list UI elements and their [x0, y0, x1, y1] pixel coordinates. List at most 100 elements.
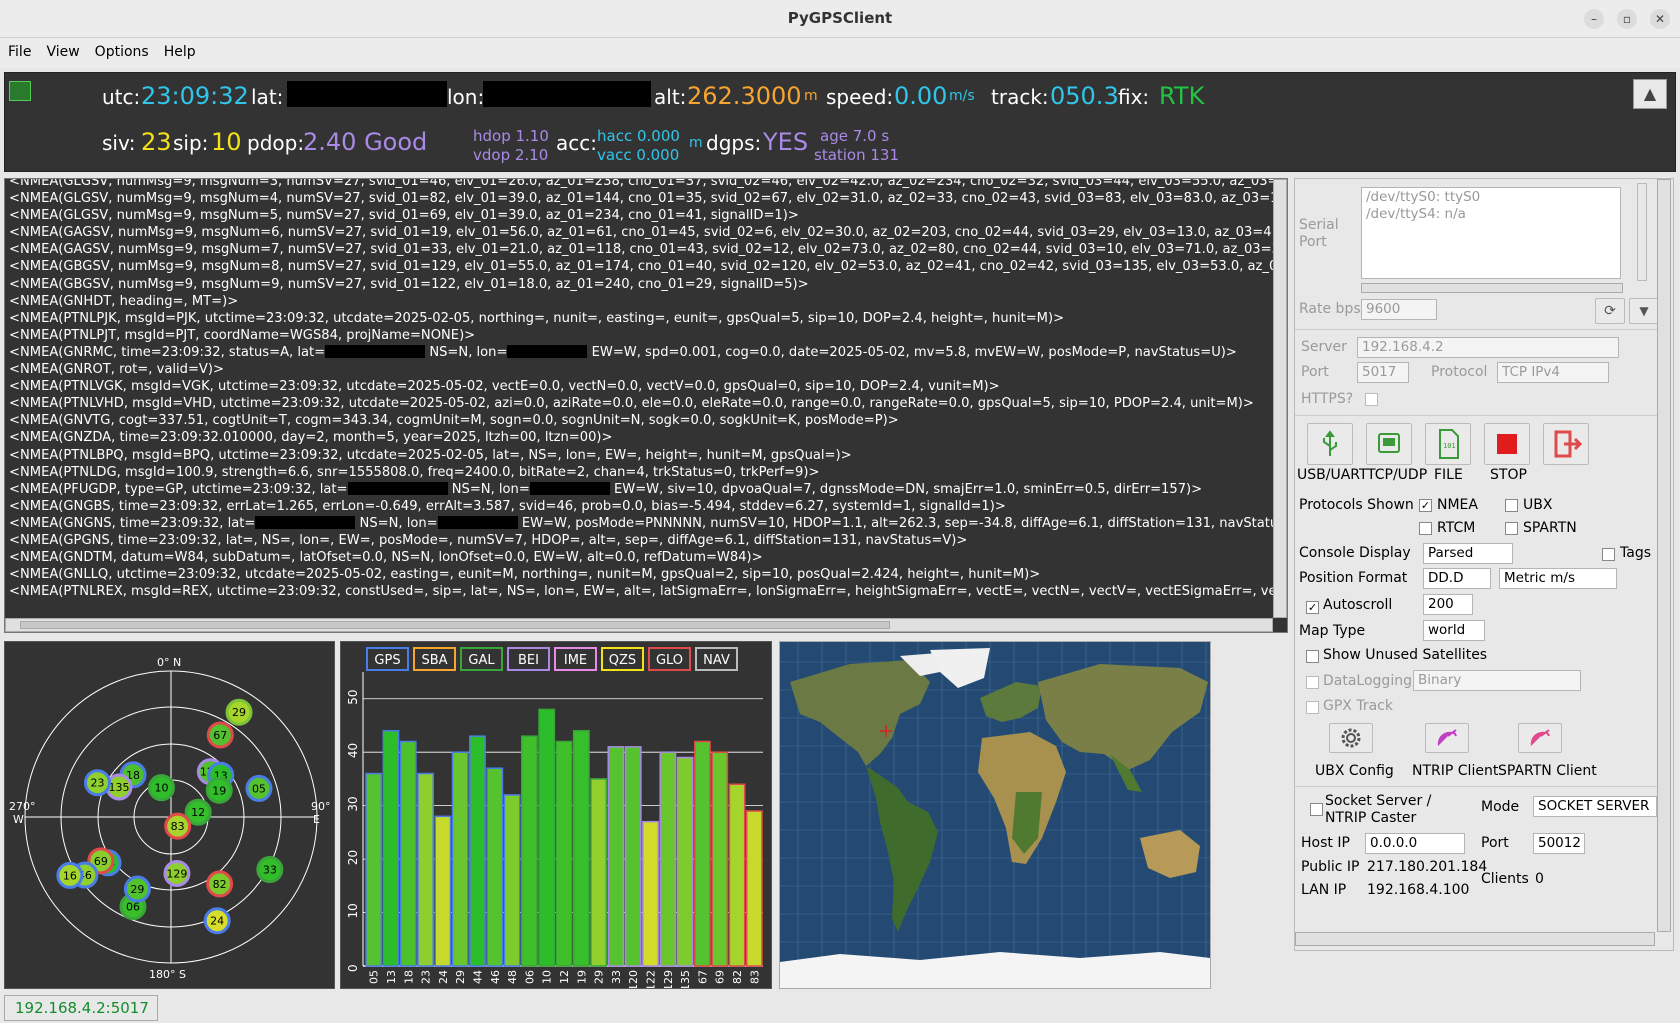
settings-vscrollbar[interactable] — [1657, 179, 1671, 932]
usb-uart-button[interactable] — [1307, 423, 1353, 465]
console-vscrollbar[interactable] — [1273, 179, 1287, 618]
protocol-select[interactable]: TCP IPv4 — [1497, 362, 1609, 383]
map-type-select[interactable]: world — [1423, 620, 1485, 641]
serial-port-vscrollbar[interactable] — [1637, 183, 1647, 281]
serial-port-item[interactable]: /dev/ttyS0: ttyS0 — [1366, 189, 1616, 206]
console-hscrollbar[interactable] — [5, 618, 1273, 632]
tcp-udp-button[interactable] — [1366, 423, 1412, 465]
x-tick-label: 24 — [437, 970, 450, 984]
console-display-select[interactable]: Parsed — [1423, 543, 1513, 564]
svg-text:29: 29 — [232, 706, 246, 719]
server-port-input[interactable]: 50012 — [1533, 833, 1585, 854]
y-tick-label: 50 — [346, 689, 360, 704]
world-map — [780, 642, 1210, 988]
network-icon — [1378, 433, 1400, 453]
https-checkbox[interactable] — [1365, 393, 1378, 406]
alt-unit: m — [804, 88, 818, 104]
unused-sats-label: Show Unused Satellites — [1323, 647, 1488, 663]
satellite-marker: 10 — [147, 774, 175, 802]
mode-select[interactable]: SOCKET SERVER — [1533, 796, 1657, 817]
datalogging-checkbox[interactable] — [1306, 676, 1319, 689]
svg-text:129: 129 — [166, 867, 187, 880]
x-tick-label: 29 — [593, 970, 606, 984]
port-input[interactable]: 5017 — [1357, 362, 1409, 383]
gpx-checkbox[interactable] — [1306, 701, 1319, 714]
menu-view[interactable]: View — [38, 38, 86, 60]
rate-input[interactable]: 9600 — [1361, 299, 1437, 320]
menu-bar: File View Options Help — [0, 38, 1680, 68]
signal-bar — [538, 708, 556, 967]
console-hscroll-thumb[interactable] — [20, 621, 890, 629]
autoscroll-checkbox[interactable]: ✓ — [1306, 601, 1319, 614]
file-button[interactable]: 101 — [1425, 423, 1471, 465]
tags-checkbox[interactable] — [1602, 548, 1615, 561]
position-format-select[interactable]: DD.D — [1423, 568, 1491, 589]
redacted-block — [347, 481, 448, 495]
serial-port-list[interactable]: /dev/ttyS0: ttyS0 /dev/ttyS4: n/a — [1361, 187, 1621, 279]
position-format-label: Position Format — [1299, 570, 1408, 586]
x-tick-label: 69 — [714, 970, 727, 984]
menu-options[interactable]: Options — [87, 38, 156, 60]
server-input[interactable]: 192.168.4.2 — [1357, 337, 1619, 358]
svg-text:69: 69 — [94, 855, 108, 868]
console-display-label: Console Display — [1299, 545, 1411, 561]
world-map-panel[interactable] — [779, 641, 1211, 989]
ntrip-client-button[interactable] — [1425, 723, 1469, 753]
satellite-marker: 33 — [256, 856, 284, 884]
collapse-banner-button[interactable]: ▲ — [1633, 79, 1667, 109]
autoscroll-lines-input[interactable]: 200 — [1423, 594, 1473, 615]
status-footer: 192.168.4.2:5017 — [4, 995, 1676, 1021]
settings-panel: Serial Port /dev/ttyS0: ttyS0 /dev/ttyS4… — [1294, 178, 1674, 951]
console-panel[interactable]: <NMEA(GLGSV, numMsg=9, msgNum=3, numSV=2… — [4, 178, 1288, 633]
unused-sats-checkbox[interactable] — [1306, 650, 1319, 663]
lon-label: lon: — [447, 85, 485, 109]
console-line: <NMEA(PTNLDG, msgId=100.9, strength=6.6,… — [9, 464, 820, 480]
satellite-marker: 135 — [105, 773, 133, 801]
ubx-checkbox[interactable] — [1505, 499, 1518, 512]
nmea-checkbox[interactable]: ✓ — [1419, 499, 1432, 512]
y-tick-label: 20 — [346, 850, 360, 865]
log-format-select[interactable]: Binary — [1413, 670, 1581, 691]
legend-item: QZS — [601, 647, 644, 671]
exit-button[interactable] — [1543, 423, 1589, 465]
east-label: 90° — [311, 800, 331, 813]
svg-text:67: 67 — [213, 729, 227, 742]
signal-bar — [624, 746, 642, 967]
satellite-marker: 83 — [164, 812, 192, 840]
refresh-ports-button[interactable]: ⟳ — [1595, 298, 1625, 324]
units-select[interactable]: Metric m/s — [1499, 568, 1617, 589]
tcp-udp-label: TCP/UDP — [1367, 467, 1428, 483]
host-ip-input[interactable]: 0.0.0.0 — [1365, 833, 1465, 854]
console-line: <NMEA(PTNLPJT, msgId=PJT, coordName=WGS8… — [9, 327, 476, 343]
legend-item: GLO — [648, 647, 691, 671]
socket-server-checkbox[interactable] — [1310, 803, 1323, 816]
settings-hscrollbar[interactable] — [1295, 932, 1655, 946]
stop-button[interactable] — [1484, 423, 1530, 465]
minimize-button[interactable]: – — [1584, 9, 1604, 29]
ubx-config-button[interactable] — [1329, 723, 1373, 753]
x-tick-label: 23 — [420, 970, 433, 984]
maximize-button[interactable]: ▫ — [1617, 9, 1637, 29]
close-button[interactable]: ✕ — [1650, 9, 1670, 29]
north-label: 0° N — [157, 656, 181, 669]
usb-uart-label: USB/UART — [1297, 467, 1368, 483]
spartn-checkbox[interactable] — [1505, 522, 1518, 535]
spartn-client-button[interactable] — [1518, 723, 1562, 753]
menu-help[interactable]: Help — [156, 38, 203, 60]
console-line: <NMEA(GNDTM, datum=W84, subDatum=, latOf… — [9, 550, 763, 566]
x-tick-label: 122 — [645, 970, 658, 988]
menu-file[interactable]: File — [0, 38, 38, 60]
signal-bar — [469, 735, 486, 967]
west-letter: W — [13, 813, 24, 826]
svg-text:19: 19 — [212, 784, 226, 797]
console-line: <NMEA(PTNLREX, msgId=REX, utctime=23:09:… — [9, 584, 1284, 600]
clients-value: 0 — [1535, 871, 1544, 887]
serial-port-item[interactable]: /dev/ttyS4: n/a — [1366, 206, 1616, 223]
speed-value: 0.00 — [894, 82, 948, 110]
serial-port-hscrollbar[interactable] — [1361, 283, 1623, 293]
rtcm-checkbox[interactable] — [1419, 522, 1432, 535]
expand-serial-button[interactable]: ▼ — [1629, 298, 1659, 324]
svg-text:NAV: NAV — [703, 653, 730, 668]
x-tick-label: 82 — [731, 970, 744, 984]
serial-port-label: Serial Port — [1299, 217, 1339, 250]
